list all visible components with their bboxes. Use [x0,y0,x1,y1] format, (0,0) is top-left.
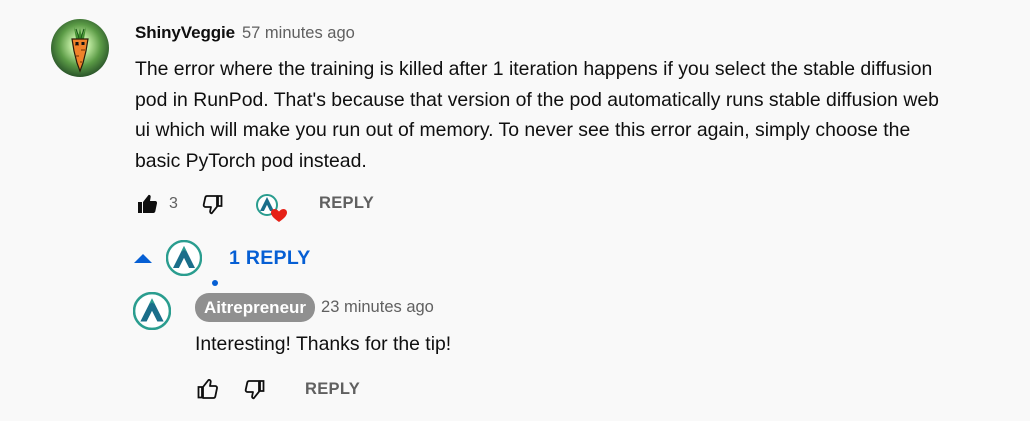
reply-dislike-button[interactable] [243,377,267,401]
reply-author-avatar[interactable] [132,291,172,331]
comment-thread: ShinyVeggie 57 minutes ago The error whe… [0,0,1030,421]
reply-header: Aitrepreneur 23 minutes ago [195,293,434,322]
thumbs-down-icon [244,380,265,400]
comment-body: The error where the training is killed a… [135,54,1015,176]
comment-reply-actions: REPLY [319,194,374,213]
thumbs-down-icon [202,195,223,215]
reply-like-button[interactable] [195,377,219,401]
replies-toggle[interactable]: 1 REPLY [134,239,311,277]
comment-line: The error where the training is killed a… [135,58,933,80]
like-button[interactable] [135,192,159,216]
comment-author[interactable]: ShinyVeggie [135,23,235,43]
comment-header: ShinyVeggie 57 minutes ago [135,20,355,46]
creator-heart-icon [256,194,287,222]
comment-line: basic PyTorch pod instead. [135,149,367,172]
replies-count-label: 1 REPLY [229,246,311,269]
like-count: 3 [169,195,178,212]
creator-avatar-small [165,239,203,277]
dislike-button[interactable] [201,192,225,216]
comment-actions: 3 [135,192,225,216]
new-reply-dot [212,280,218,286]
reply-timestamp[interactable]: 23 minutes ago [321,298,434,317]
reply-author-chip[interactable]: Aitrepreneur [195,293,316,322]
reply-actions: REPLY [195,377,360,401]
caret-up-icon [134,253,152,263]
aitrepreneur-logo-icon [132,291,172,331]
comment-timestamp[interactable]: 57 minutes ago [242,24,355,43]
commenter-avatar[interactable] [51,19,109,77]
reply-button[interactable]: REPLY [319,194,374,213]
comment-line: ui which will make you run out of memory… [135,119,911,141]
thumbs-up-filled-icon [138,194,158,213]
reply-reply-button[interactable]: REPLY [305,380,360,399]
carrot-icon [71,27,89,73]
creator-heart[interactable] [256,193,287,223]
aitrepreneur-logo-icon [165,239,203,277]
thumbs-up-icon [197,379,218,399]
reply-body: Interesting! Thanks for the tip! [195,333,452,355]
comment-line: pod in RunPod. That's because that versi… [135,88,939,111]
